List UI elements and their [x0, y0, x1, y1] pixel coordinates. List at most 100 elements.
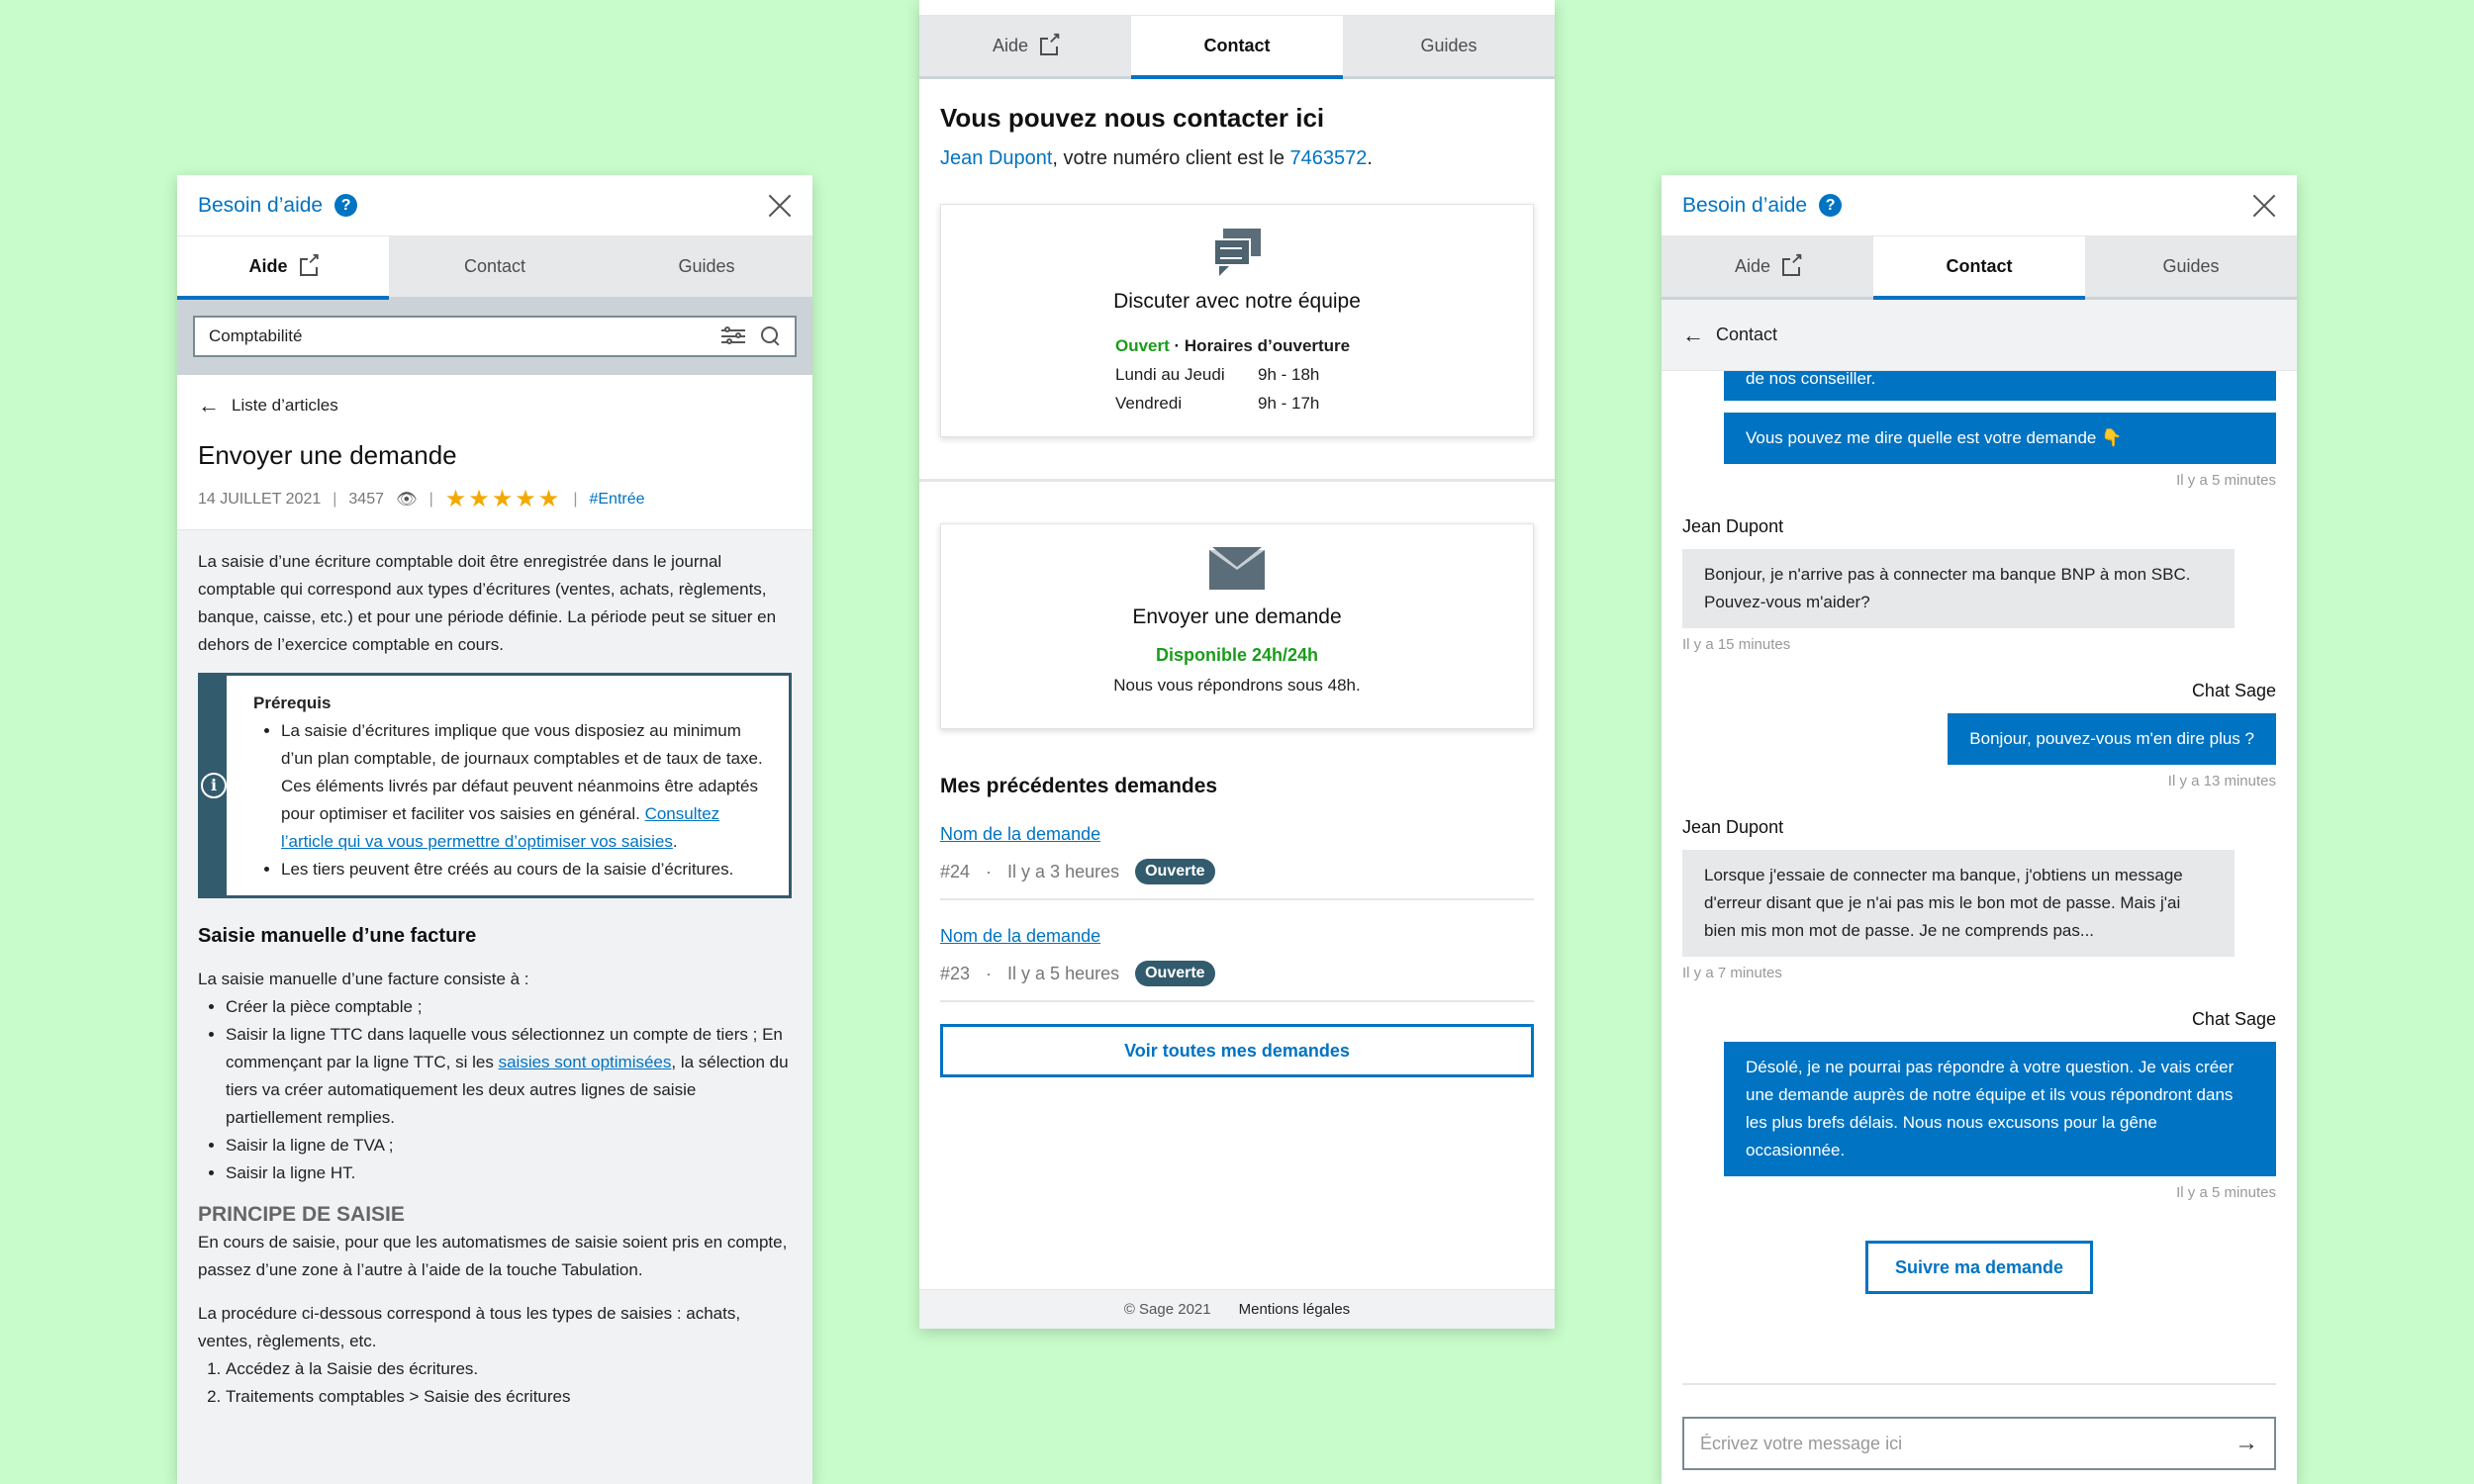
see-all-requests-button[interactable]: Voir toutes mes demandes	[940, 1024, 1534, 1077]
footer-copyright: © Sage 2021	[1123, 1301, 1211, 1318]
chat-status: Ouvert	[1115, 336, 1170, 355]
filter-icon[interactable]	[721, 326, 745, 345]
bot-message: Vous pouvez me dire quelle est votre dem…	[1682, 413, 2276, 464]
tab-contact[interactable]: Contact	[1131, 16, 1343, 79]
request-id: #23	[940, 963, 971, 983]
request-name-link[interactable]: Nom de la demande	[940, 824, 1100, 844]
tab-aide[interactable]: Aide	[177, 236, 389, 300]
external-link-icon	[1782, 250, 1804, 276]
article-tag-link[interactable]: #Entrée	[589, 491, 644, 509]
article-body: La saisie d’une écriture comptable doit …	[177, 530, 812, 1484]
message-bubble: Lorsque j'essaie de connecter ma banque,…	[1682, 850, 2235, 957]
section-intro: La saisie manuelle d’une facture consist…	[198, 970, 529, 988]
close-icon[interactable]	[767, 193, 793, 219]
hours-day: Lundi au Jeudi	[1115, 365, 1225, 384]
back-to-contact-link[interactable]: ← Contact	[1662, 300, 2297, 371]
prereq-title: Prérequis	[253, 694, 332, 712]
tab-contact[interactable]: Contact	[389, 236, 601, 297]
search-input[interactable]	[209, 326, 684, 346]
contact-content: Vous pouvez nous contacter ici Jean Dupo…	[919, 79, 1555, 1077]
message-time: Il y a 7 minutes	[1682, 965, 1782, 981]
message-sender: Jean Dupont	[1682, 817, 1784, 837]
eye-icon: 👁	[395, 489, 418, 509]
client-info: Jean Dupont, votre numéro client est le …	[940, 147, 1373, 169]
article-meta: 14 JUILLET 2021 | 3457 👁 | ★★★★★ | #Entr…	[198, 485, 792, 513]
meta-separator: |	[428, 490, 433, 508]
tab-contact[interactable]: Contact	[1873, 236, 2085, 300]
message-time: Il y a 5 minutes	[2176, 472, 2276, 489]
list-item: Créer la pièce comptable ;	[226, 993, 792, 1021]
tab-contact-label: Contact	[1946, 256, 2013, 276]
message-bubble: Bonjour, je n'arrive pas à connecter ma …	[1682, 549, 2235, 628]
legal-notice-link[interactable]: Mentions légales	[1239, 1301, 1351, 1318]
tab-aide[interactable]: Aide	[1662, 236, 1873, 297]
help-panel-chat: Besoin d’aide ? Aide Contact Guides ← Co…	[1662, 175, 2297, 1484]
chat-bubbles-icon	[1213, 229, 1261, 276]
help-panel-contact: Aide Contact Guides Vous pouvez nous con…	[919, 0, 1555, 1329]
request-item: Nom de la demande #24 · Il y a 3 heures …	[940, 798, 1534, 900]
list-item: Saisir la ligne de TVA ;	[226, 1132, 792, 1159]
list-item: Saisir la ligne TTC dans laquelle vous s…	[226, 1021, 792, 1132]
message-bubble: Vous pouvez me dire quelle est votre dem…	[1724, 413, 2276, 464]
list-item: Traitements comptables > Saisie des écri…	[226, 1383, 792, 1411]
prereq-sidebar: i	[201, 676, 227, 895]
chat-input-area: →	[1682, 1383, 2276, 1470]
user-message: Bonjour, je n'arrive pas à connecter ma …	[1682, 549, 2276, 628]
info-icon: i	[201, 773, 227, 798]
availability-status: Disponible 24h/24h	[1155, 645, 1319, 665]
hours-row: Lundi au Jeudi 9h - 18h	[1115, 360, 1359, 389]
close-icon[interactable]	[2251, 193, 2277, 219]
request-id: #24	[940, 861, 971, 881]
panel-title-text: Besoin d’aide	[1682, 193, 1808, 217]
chat-thread[interactable]: de nos conseiller. Vous pouvez me dire q…	[1662, 371, 2297, 1400]
message-sender: Jean Dupont	[1682, 516, 1784, 536]
procedure-steps: Accédez à la Saisie des écritures. Trait…	[198, 1355, 792, 1411]
procedure-text: La procédure ci-dessous correspond à tou…	[198, 1304, 741, 1350]
article-intro: La saisie d’une écriture comptable doit …	[198, 552, 777, 654]
panel-title: Besoin d’aide ?	[198, 194, 358, 218]
send-request-card[interactable]: Envoyer une demande Disponible 24h/24h N…	[940, 523, 1534, 729]
tab-guides-label: Guides	[2162, 256, 2220, 276]
envelope-icon	[1209, 547, 1265, 590]
tab-guides[interactable]: Guides	[1343, 16, 1555, 76]
tab-aide-label: Aide	[1734, 256, 1771, 276]
search-icon[interactable]	[761, 326, 781, 346]
message-input[interactable]	[1700, 1433, 2195, 1454]
question-circle-icon[interactable]: ?	[1819, 194, 1843, 217]
panel-header: Besoin d’aide ?	[1662, 175, 2297, 236]
hours-label: Horaires d’ouverture	[1184, 336, 1351, 355]
request-name-link[interactable]: Nom de la demande	[940, 926, 1100, 946]
message-time: Il y a 15 minutes	[1682, 636, 1791, 653]
request-time: Il y a 3 heures	[1007, 861, 1120, 881]
tab-guides[interactable]: Guides	[2085, 236, 2297, 297]
tab-bar: Aide Contact Guides	[919, 16, 1555, 79]
contact-title: Vous pouvez nous contacter ici	[940, 103, 1325, 133]
back-label: Contact	[1716, 325, 1778, 344]
meta-separator: |	[333, 490, 337, 508]
back-to-articles-link[interactable]: ← Liste d’articles	[198, 395, 792, 417]
mail-card-title: Envoyer une demande	[1132, 605, 1342, 628]
hours-time: 9h - 18h	[1258, 365, 1320, 384]
tab-aide[interactable]: Aide	[919, 16, 1131, 76]
meta-separator: ·	[986, 963, 993, 983]
opening-hours: Ouvert · Horaires d’ouverture Lundi au J…	[1115, 331, 1359, 417]
message-bubble: de nos conseiller.	[1724, 371, 2276, 401]
tab-aide-label: Aide	[992, 36, 1029, 55]
chat-card[interactable]: Discuter avec notre équipe Ouvert · Hora…	[940, 204, 1534, 437]
follow-request-button[interactable]: Suivre ma demande	[1865, 1241, 2093, 1294]
list-item: Accédez à la Saisie des écritures.	[226, 1355, 792, 1383]
message-sender: Chat Sage	[2191, 1009, 2276, 1029]
hours-row: Vendredi 9h - 17h	[1115, 389, 1359, 417]
arrow-right-icon[interactable]: →	[2235, 1430, 2258, 1457]
search-tools	[721, 326, 781, 346]
tab-guides[interactable]: Guides	[601, 236, 812, 297]
question-circle-icon[interactable]: ?	[334, 194, 358, 217]
chat-card-title: Discuter avec notre équipe	[1113, 290, 1361, 313]
external-link-icon	[1040, 30, 1062, 55]
rating-stars[interactable]: ★★★★★	[445, 485, 562, 513]
panel-header: Besoin d’aide ?	[177, 175, 812, 236]
list-item: La saisie d’écritures implique que vous …	[281, 717, 769, 856]
arrow-left-icon: ←	[198, 393, 220, 417]
optimized-entries-link[interactable]: saisies sont optimisées	[499, 1053, 672, 1071]
tab-bar: Aide Contact Guides	[177, 236, 812, 300]
